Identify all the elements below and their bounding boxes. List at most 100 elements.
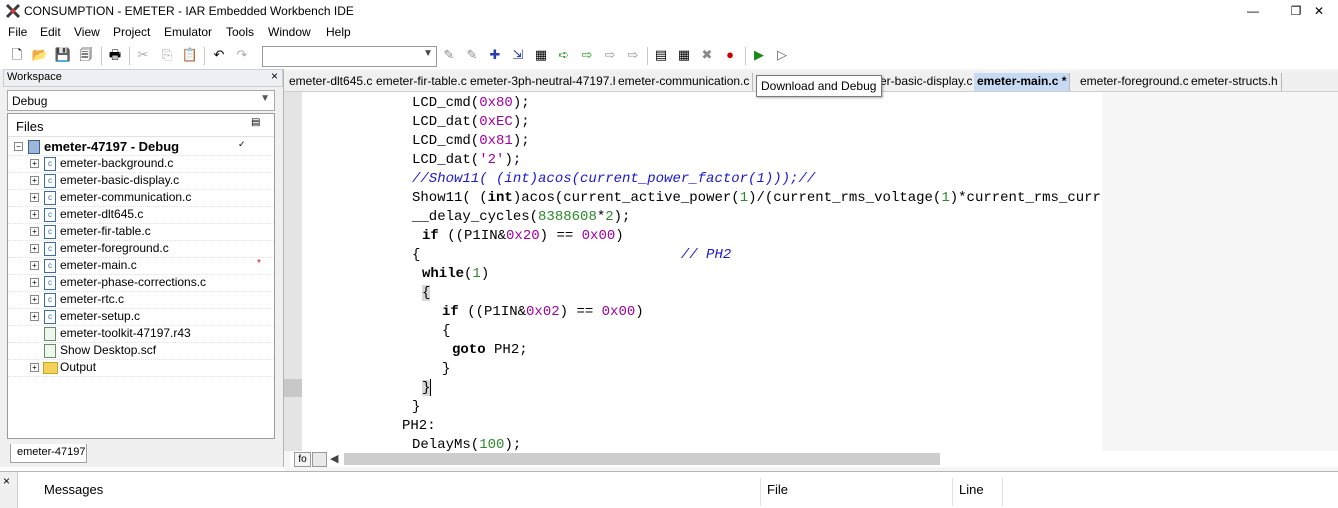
tree-item[interactable]: emeter-toolkit-47197.r43 [8,325,274,343]
menu-tools[interactable]: Tools [226,25,254,39]
tree-item[interactable]: + c emeter-main.c * [8,257,274,275]
expand-icon[interactable]: + [30,193,39,202]
code-line-1: LCD_cmd(0x80); [412,95,530,111]
tab-emeter-3ph-neutral[interactable]: emeter-3ph-neutral-47197.h [467,73,624,91]
download-and-debug-icon[interactable]: ▶ [750,46,768,64]
step-icon[interactable]: ⇨ [601,46,619,64]
tree-item[interactable]: + c emeter-communication.c [8,189,274,207]
tree-item[interactable]: + c emeter-basic-display.c [8,172,274,190]
debug-without-downloading-icon[interactable]: ▷ [773,46,791,64]
tree-item[interactable]: + c emeter-setup.c [8,308,274,326]
navigate-back-icon[interactable]: ⇨ [578,46,596,64]
compile-icon[interactable]: ▤ [652,46,670,64]
tree-item[interactable]: + c emeter-rtc.c [8,291,274,309]
expand-icon[interactable]: + [30,227,39,236]
code-line-17: } [412,399,421,415]
toggle-bookmark-icon[interactable]: ✚ [486,46,504,64]
scroll-left-icon[interactable]: ◀ [330,452,338,465]
expand-icon[interactable]: + [30,210,39,219]
step-over-icon[interactable]: ⇨ [624,46,642,64]
go-to-bookmark-icon[interactable]: ⇲ [509,46,527,64]
find-next-icon[interactable]: ✎ [440,46,458,64]
expand-icon[interactable]: + [30,312,39,321]
tab-emeter-basic-display[interactable]: er-basic-display.c [877,73,977,91]
copy-icon[interactable]: ⎘ [158,46,176,64]
save-all-icon[interactable]: 🗐 [77,46,95,64]
horizontal-scrollbar[interactable]: fo ◀ [290,451,1338,467]
generic-file-icon [44,344,56,358]
save-icon[interactable]: 💾 [54,46,72,64]
expand-icon[interactable]: + [30,278,39,287]
workspace-close-icon[interactable]: × [271,69,278,83]
tree-project-row[interactable]: − emeter-47197 - Debug ✓ [8,138,274,156]
expand-icon[interactable]: + [30,261,39,270]
editor-gutter[interactable] [284,92,302,451]
redo-icon[interactable]: ↷ [233,46,251,64]
menu-edit[interactable]: Edit [40,25,61,39]
expand-icon[interactable]: + [30,176,39,185]
tab-emeter-foreground[interactable]: emeter-foreground.c [1077,73,1193,91]
menu-window[interactable]: Window [268,25,311,39]
tab-emeter-communication[interactable]: emeter-communication.c [615,73,754,91]
workspace-tab[interactable]: emeter-47197 [10,444,87,463]
undo-icon[interactable]: ↶ [210,46,228,64]
menu-help[interactable]: Help [326,25,351,39]
code-line-13: { [442,323,451,339]
new-file-icon[interactable]: 🗋 [8,46,26,64]
chevron-down-icon[interactable]: ▼ [423,48,433,59]
menu-view[interactable]: View [74,25,100,39]
line-column-header[interactable]: Line [959,482,984,497]
tree-item[interactable]: Show Desktop.scf [8,342,274,360]
stop-build-icon[interactable]: ✖ [698,46,716,64]
c-file-icon: c [44,293,56,307]
tree-item[interactable]: + c emeter-phase-corrections.c [8,274,274,292]
code-editor[interactable]: LCD_cmd(0x80); LCD_dat(0xEC); LCD_cmd(0x… [302,92,1102,451]
cut-icon[interactable]: ✂ [134,46,152,64]
scrollbar-thumb[interactable] [344,453,940,465]
find-combo[interactable]: ▼ [262,46,437,67]
tab-emeter-dlt645[interactable]: emeter-dlt645.c [286,73,377,91]
print-icon[interactable]: 🖶 [106,46,124,64]
code-line-6: Show11( (int)acos(current_active_power(1… [412,190,1102,206]
collapse-icon[interactable]: − [14,142,23,151]
expand-icon[interactable]: + [30,244,39,253]
tree-item[interactable]: + c emeter-foreground.c [8,240,274,258]
columns-icon[interactable]: ▤ [251,117,260,128]
menu-emulator[interactable]: Emulator [164,25,212,39]
workspace-panel: Workspace × Debug ▼ Files ▤ − emeter-471… [0,69,284,467]
go-to-line-icon[interactable]: ▦ [532,46,550,64]
chevron-down-icon[interactable]: ▼ [260,93,270,104]
file-column-header[interactable]: File [767,482,788,497]
tree-item-label: emeter-main.c [60,258,137,272]
code-line-18: PH2: [402,418,436,434]
menu-file[interactable]: File [8,25,27,39]
code-line-7: __delay_cycles(8388608*2); [412,209,631,225]
expand-icon[interactable]: + [30,295,39,304]
c-file-icon: c [44,191,56,205]
tree-item[interactable]: + Output [8,359,274,377]
minimize-button[interactable]: — [1230,0,1276,22]
open-folder-icon[interactable]: 📂 [31,46,49,64]
paste-icon[interactable]: 📋 [181,46,199,64]
expand-icon[interactable]: + [30,159,39,168]
function-navigator-button[interactable]: fo [294,452,311,467]
tab-emeter-fir-table[interactable]: emeter-fir-table.c [373,73,471,91]
tab-emeter-main[interactable]: emeter-main.c * [974,73,1071,91]
expand-icon[interactable]: + [30,363,39,372]
navigate-forward-icon[interactable]: ➪ [555,46,573,64]
tree-item-label: emeter-communication.c [60,190,192,204]
toggle-breakpoint-icon[interactable]: ● [721,46,739,64]
make-icon[interactable]: ▦ [675,46,693,64]
split-button[interactable] [312,452,327,467]
tree-item[interactable]: + c emeter-dlt645.c [8,206,274,224]
find-prev-icon[interactable]: ✎ [463,46,481,64]
tooltip-text: Download and Debug [761,79,877,93]
tab-emeter-structs[interactable]: emeter-structs.h [1188,73,1282,91]
tree-item[interactable]: + c emeter-fir-table.c [8,223,274,241]
menu-project[interactable]: Project [113,25,150,39]
messages-column-header[interactable]: Messages [44,482,103,497]
messages-close-icon[interactable]: × [3,474,10,488]
configuration-select[interactable]: Debug ▼ [7,90,275,111]
tree-item[interactable]: + c emeter-background.c [8,155,274,173]
close-button[interactable]: ✕ [1300,0,1338,22]
